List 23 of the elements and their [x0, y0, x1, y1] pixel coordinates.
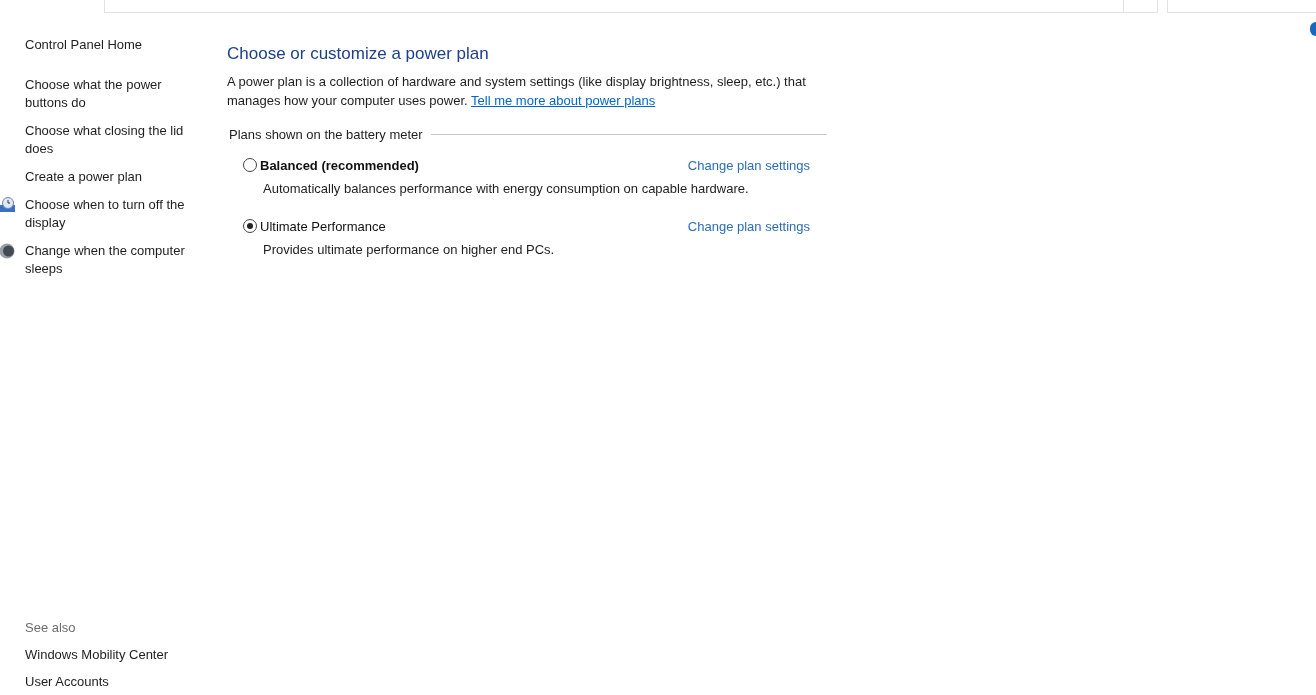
sidebar-link[interactable]: Control Panel Home: [25, 36, 207, 54]
plan-name: Ultimate Performance: [260, 217, 386, 236]
radio-button[interactable]: [243, 219, 257, 234]
sidebar-link[interactable]: Choose what closing the lid does: [25, 122, 190, 158]
sidebar-link[interactable]: Choose when to turn off the display: [25, 196, 190, 232]
more-info-link[interactable]: Tell me more about power plans: [471, 93, 656, 108]
moon-icon: [0, 243, 15, 259]
plan-description: Provides ultimate performance on higher end PCs.: [263, 241, 556, 259]
group-label: Plans shown on the battery meter: [229, 126, 423, 144]
plan-description: Automatically balances performance with energy consumption on capable hardware.: [263, 180, 750, 198]
see-also-heading: See also: [25, 619, 77, 637]
see-also-link[interactable]: Windows Mobility Center: [25, 646, 207, 664]
see-also-link[interactable]: User Accounts: [25, 673, 207, 691]
sidebar-link[interactable]: Create a power plan: [25, 168, 190, 186]
plan-name: Balanced (recommended): [260, 156, 419, 175]
sidebar-link[interactable]: Choose what the power buttons do: [25, 76, 190, 112]
radio-button[interactable]: [243, 158, 257, 173]
change-plan-link[interactable]: Change plan settings: [687, 155, 810, 175]
page-description: A power plan is a collection of hardware and system settings (like display brightness, sleep, etc.) that manages how your computer uses power. Tell me more about power plans: [227, 73, 807, 110]
sidebar-link[interactable]: Change when the computer sleeps: [25, 242, 190, 278]
monitor-clock-icon: [0, 197, 15, 213]
page-title: Choose or customize a power plan: [227, 43, 490, 65]
change-plan-link[interactable]: Change plan settings: [687, 216, 810, 236]
